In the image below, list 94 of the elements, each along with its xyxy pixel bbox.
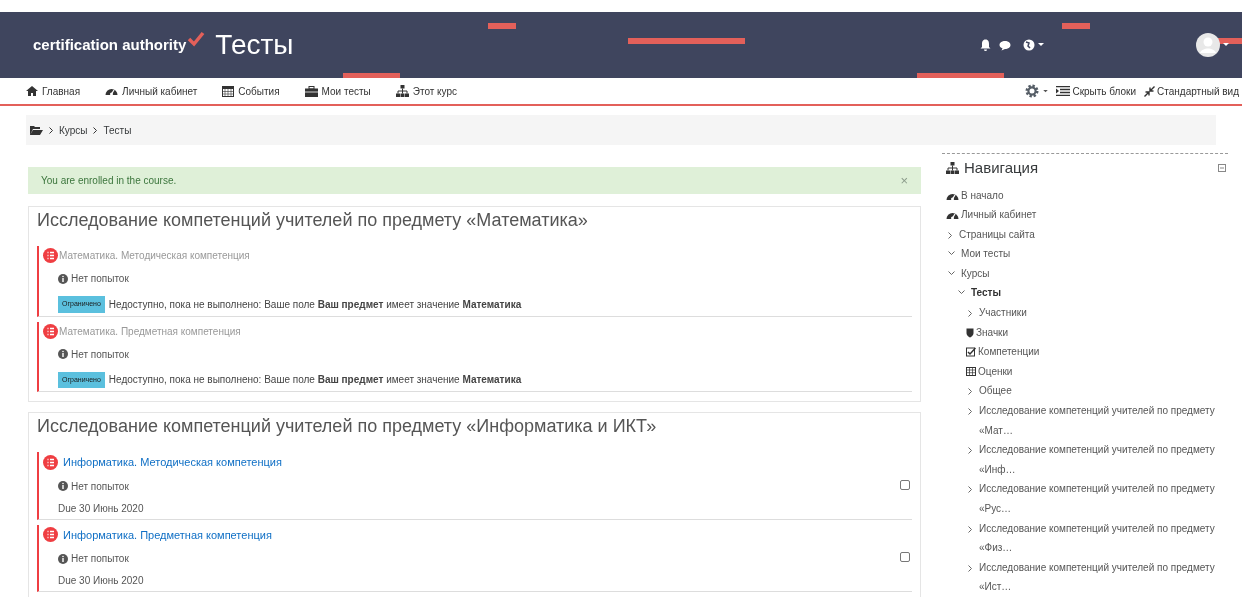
- restriction-text: Недоступно, пока не выполнено: Ваше поле Ваш предмет имеет значение Математика: [108, 373, 522, 388]
- breadcrumb-link[interactable]: Курсы: [59, 122, 88, 138]
- restriction-text: Недоступно, пока не выполнено: Ваше поле Ваш предмет имеет значение Математика: [108, 297, 522, 312]
- list-icon: [43, 323, 58, 339]
- completion-checkbox[interactable]: [900, 479, 910, 490]
- chevron-right-icon[interactable]: [968, 525, 973, 533]
- decor-bar: [343, 73, 400, 78]
- checkbox-icon: [966, 347, 976, 358]
- due-date: Due 30 Июнь 2020: [58, 501, 145, 516]
- info-icon: [58, 553, 68, 564]
- nav-tree-item[interactable]: Исследование компетенций учителей по предмету «Мат…: [979, 401, 1228, 441]
- activity-link[interactable]: Информатика. Методическая компетенция: [63, 454, 282, 471]
- checkmark-icon: [187, 31, 206, 47]
- completion-checkbox[interactable]: [900, 552, 910, 563]
- decor-bar: [1062, 23, 1090, 29]
- user-menu[interactable]: [1196, 33, 1229, 57]
- chevron-right-icon[interactable]: [968, 447, 973, 455]
- page-title: Тесты: [215, 28, 294, 62]
- nav-tree-item[interactable]: В начало: [961, 185, 1004, 206]
- nav-link[interactable]: Мои тесты: [304, 83, 371, 99]
- list-icon: [43, 454, 58, 470]
- nav-tree-item[interactable]: Исследование компетенций учителей по предмету «Рус…: [979, 479, 1228, 519]
- toolbar-link[interactable]: Стандартный вид: [1144, 83, 1239, 99]
- nav-tree-item[interactable]: Курсы: [961, 263, 990, 284]
- chevron-down-icon[interactable]: [948, 251, 955, 257]
- attempts-text: Нет попыток: [71, 347, 129, 362]
- info-icon: [58, 349, 68, 359]
- nav-link[interactable]: Личный кабинет: [105, 83, 198, 99]
- calendar-icon: [222, 85, 235, 97]
- nav-tree-item[interactable]: Исследование компетенций учителей по предмету «Физ…: [979, 518, 1228, 558]
- caret-icon: [1038, 43, 1044, 47]
- nav-tree-item[interactable]: Общее: [979, 381, 1012, 402]
- chevron-right-icon[interactable]: [968, 388, 973, 396]
- section-title: Исследование компетенций учителей по предмету «Математика»: [37, 209, 589, 232]
- sitemap-icon: [946, 162, 959, 175]
- shield-icon: [966, 327, 974, 338]
- folder-icon: [30, 125, 43, 135]
- nav-tree-item[interactable]: Исследование компетенций учителей по предмету «Инф…: [979, 440, 1228, 480]
- list-icon: [43, 527, 58, 543]
- list-icon: [1056, 86, 1071, 96]
- settings-menu[interactable]: [1025, 84, 1049, 98]
- nav-tree-item[interactable]: Мои тесты: [961, 244, 1011, 264]
- info-icon: [58, 273, 68, 284]
- nav-tree-item[interactable]: Тесты: [971, 283, 1002, 304]
- bell-icon[interactable]: [980, 39, 991, 51]
- nav-tree-item[interactable]: Компетенции: [978, 342, 1040, 362]
- chevron-right-icon[interactable]: [968, 310, 973, 318]
- chevron-down-icon[interactable]: [958, 290, 965, 296]
- activity-title: Математика. Методическая компетенция: [59, 249, 250, 263]
- compress-icon: [1144, 85, 1156, 97]
- language-menu[interactable]: [1023, 39, 1044, 51]
- sitemap-icon: [395, 85, 409, 97]
- caret-icon: [1043, 89, 1049, 93]
- nav-link[interactable]: События: [222, 83, 280, 99]
- chevron-right-icon[interactable]: [968, 564, 973, 572]
- logo-text[interactable]: certification authority: [33, 33, 187, 57]
- activity-link[interactable]: Информатика. Предметная компетенция: [63, 526, 272, 543]
- toolbar-link[interactable]: Скрыть блоки: [1056, 83, 1137, 99]
- collapse-icon[interactable]: [1218, 164, 1226, 173]
- chevron-right-icon[interactable]: [968, 408, 973, 416]
- chevron-icon: [49, 126, 53, 134]
- nav-link[interactable]: Главная: [26, 83, 81, 99]
- activity-title: Математика. Предметная компетенция: [59, 324, 241, 339]
- chevron-right-icon[interactable]: [968, 486, 973, 494]
- nav-tree-item[interactable]: Исследование компетенций учителей по предмету «Ист…: [979, 557, 1228, 597]
- due-date: Due 30 Июнь 2020: [58, 574, 145, 588]
- block-title: Навигация: [964, 158, 1039, 178]
- chevron-right-icon[interactable]: [948, 231, 953, 239]
- section-title: Исследование компетенций учителей по предмету «Информатика и ИКТ»: [37, 415, 658, 438]
- table-icon: [966, 366, 976, 376]
- breadcrumb-link[interactable]: Тесты: [103, 122, 132, 138]
- nav-tree-item[interactable]: Страницы сайта: [959, 224, 1035, 245]
- info-icon: [58, 481, 68, 491]
- dashboard-icon: [946, 210, 959, 221]
- attempts-text: Нет попыток: [71, 552, 129, 566]
- chevron-icon: [93, 126, 98, 134]
- nav-tree-item[interactable]: Значки: [976, 322, 1009, 343]
- alert-text: You are enrolled in the course.: [41, 174, 177, 188]
- list-icon: [43, 248, 58, 263]
- chevron-down-icon[interactable]: [948, 270, 955, 276]
- gear-icon: [1025, 84, 1040, 98]
- nav-tree-item[interactable]: Участники: [979, 303, 1027, 323]
- nav-tree-item[interactable]: Оценки: [978, 361, 1013, 382]
- decor-bar: [488, 23, 516, 29]
- avatar-icon: [1196, 33, 1220, 57]
- nav-tree-item[interactable]: Личный кабинет: [961, 205, 1037, 225]
- attempts-text: Нет попыток: [71, 272, 129, 286]
- briefcase-icon: [304, 85, 318, 97]
- dashboard-icon: [105, 86, 119, 96]
- chat-icon[interactable]: [999, 39, 1011, 51]
- attempts-text: Нет попыток: [71, 479, 129, 494]
- nav-link[interactable]: Этот курс: [395, 83, 458, 99]
- globe-icon: [1023, 39, 1035, 51]
- home-icon: [26, 86, 38, 96]
